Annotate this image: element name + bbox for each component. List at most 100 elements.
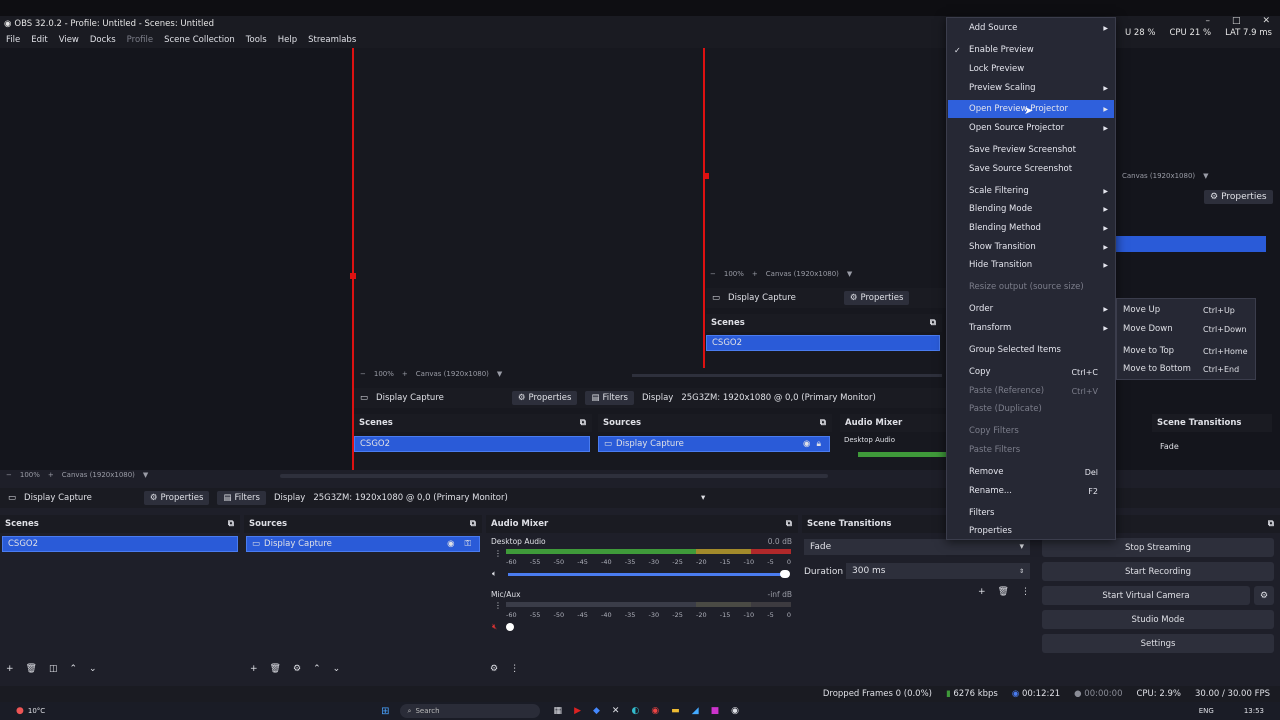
- chevron-down-icon[interactable]: ▼: [143, 471, 148, 479]
- shield-icon[interactable]: ◆: [593, 706, 600, 716]
- menu-group-selected[interactable]: Group Selected Items: [948, 341, 1114, 359]
- minimize-icon[interactable]: –: [1205, 16, 1210, 26]
- menu-add-source[interactable]: Add Source ▶: [948, 19, 1114, 37]
- source-item[interactable]: ▭ Display Capture ◉ ⚿: [246, 536, 480, 552]
- menu-preview-scaling[interactable]: Preview Scaling ▶: [948, 79, 1114, 97]
- duration-spinbox[interactable]: 300 ms ⇕: [846, 563, 1030, 579]
- start-recording-button[interactable]: Start Recording: [1042, 562, 1274, 581]
- menu-tools[interactable]: Tools: [246, 35, 267, 45]
- transform-handle[interactable]: [703, 173, 709, 179]
- x-app-icon[interactable]: ✕: [612, 706, 620, 716]
- menu-rename[interactable]: Rename... F2: [948, 482, 1114, 500]
- nested-filters-button[interactable]: ▤ Filters: [585, 391, 634, 405]
- menu-blending-method[interactable]: Blending Method ▶: [948, 219, 1114, 237]
- menu-transform[interactable]: Transform ▶: [948, 319, 1114, 337]
- editor-icon[interactable]: ■: [711, 706, 720, 716]
- menu-copy[interactable]: Copy Ctrl+C: [948, 363, 1114, 381]
- menu-enable-preview[interactable]: ✓ Enable Preview: [948, 41, 1114, 59]
- stop-streaming-button[interactable]: Stop Streaming: [1042, 538, 1274, 557]
- chrome-icon[interactable]: ◉: [651, 706, 659, 716]
- menu-save-preview-screenshot[interactable]: Save Preview Screenshot: [948, 141, 1114, 159]
- dock-float-icon[interactable]: ⧉: [470, 519, 476, 529]
- menu-open-source-projector[interactable]: Open Source Projector ▶: [948, 119, 1114, 137]
- display-select[interactable]: 25G3ZM: 1920x1080 @ 0,0 (Primary Monitor…: [313, 493, 705, 503]
- nested-scene-item-2[interactable]: CSGO2: [354, 436, 590, 452]
- start-icon[interactable]: ⊞: [381, 706, 389, 717]
- menu-show-transition[interactable]: Show Transition ▶: [948, 238, 1114, 256]
- muted-speaker-icon[interactable]: 🔇︎: [492, 622, 497, 632]
- media-icon[interactable]: ▶: [574, 706, 581, 716]
- mic-slider-handle[interactable]: [506, 623, 514, 631]
- obs-taskbar-icon[interactable]: ◉: [731, 706, 739, 716]
- remove-source-icon[interactable]: 🗑︎: [270, 664, 281, 674]
- studio-mode-button[interactable]: Studio Mode: [1042, 610, 1274, 629]
- kebab-menu-icon[interactable]: ⋮: [494, 549, 502, 558]
- menu-file[interactable]: File: [6, 35, 20, 45]
- kebab-menu-icon[interactable]: ⋮: [510, 664, 519, 674]
- source-settings-icon[interactable]: ⚙: [293, 664, 301, 674]
- advanced-audio-icon[interactable]: ⚙: [490, 664, 498, 674]
- menu-edit[interactable]: Edit: [31, 35, 47, 45]
- close-icon[interactable]: ✕: [1262, 16, 1270, 26]
- menu-view[interactable]: View: [59, 35, 79, 45]
- scene-filters-icon[interactable]: ◫: [49, 664, 58, 674]
- telegram-icon[interactable]: ◢: [692, 706, 699, 716]
- transform-handle[interactable]: [350, 273, 356, 279]
- transition-select[interactable]: Fade ▾: [804, 539, 1030, 555]
- bg-properties-button[interactable]: ⚙ Properties: [1204, 190, 1273, 204]
- visibility-eye-icon[interactable]: ◉: [447, 539, 454, 549]
- kebab-menu-icon[interactable]: ⋮: [1021, 587, 1030, 597]
- menu-scene-collection[interactable]: Scene Collection: [164, 35, 235, 45]
- menu-properties[interactable]: Properties: [948, 522, 1114, 540]
- virtual-camera-settings-button[interactable]: ⚙: [1254, 586, 1274, 605]
- nested-source-item[interactable]: ▭ Display Capture ◉ 🔒︎: [598, 436, 830, 452]
- add-scene-icon[interactable]: +: [6, 664, 14, 674]
- submenu-move-to-top[interactable]: Move to Top Ctrl+Home: [1123, 342, 1253, 360]
- nested-properties-button[interactable]: ⚙ Properties: [843, 291, 910, 305]
- move-down-icon[interactable]: ⌄: [89, 664, 97, 674]
- submenu-move-down[interactable]: Move Down Ctrl+Down: [1123, 320, 1253, 338]
- preview-scrollbar[interactable]: [280, 474, 828, 478]
- files-icon[interactable]: ▦: [554, 706, 563, 716]
- move-up-icon[interactable]: ⌃: [70, 664, 78, 674]
- remove-scene-icon[interactable]: 🗑︎: [26, 664, 37, 674]
- submenu-move-up[interactable]: Move Up Ctrl+Up: [1123, 301, 1253, 319]
- zoom-out-icon[interactable]: −: [6, 471, 12, 479]
- nested-scene-item[interactable]: CSGO2: [706, 335, 940, 351]
- menu-filters[interactable]: Filters: [948, 504, 1114, 522]
- edge-icon[interactable]: ◐: [631, 706, 639, 716]
- zoom-in-icon[interactable]: +: [48, 471, 54, 479]
- remove-transition-icon[interactable]: 🗑︎: [998, 587, 1009, 597]
- taskbar-app-icons[interactable]: ▦ ▶ ◆ ✕ ◐ ◉ ▬ ◢ ■ ◉: [554, 706, 739, 716]
- menu-lock-preview[interactable]: Lock Preview: [948, 60, 1114, 78]
- speaker-icon[interactable]: 🔈︎: [492, 569, 497, 579]
- taskbar-search[interactable]: ⌕ Search: [399, 704, 540, 718]
- volume-slider[interactable]: [508, 573, 788, 576]
- dock-float-icon[interactable]: ⧉: [1268, 519, 1274, 529]
- settings-button[interactable]: Settings: [1042, 634, 1274, 653]
- menu-hide-transition[interactable]: Hide Transition ▶: [948, 256, 1114, 274]
- menu-profile[interactable]: Profile: [127, 35, 153, 45]
- submenu-move-to-bottom[interactable]: Move to Bottom Ctrl+End: [1123, 360, 1253, 378]
- add-transition-icon[interactable]: +: [978, 587, 986, 597]
- start-virtual-camera-button[interactable]: Start Virtual Camera: [1042, 586, 1250, 605]
- menu-help[interactable]: Help: [278, 35, 297, 45]
- move-up-icon[interactable]: ⌃: [313, 664, 321, 674]
- volume-slider-handle[interactable]: [780, 570, 790, 578]
- menu-blending-mode[interactable]: Blending Mode ▶: [948, 200, 1114, 218]
- folder-icon[interactable]: ▬: [671, 706, 680, 716]
- nested-properties-button-2[interactable]: ⚙ Properties: [511, 391, 578, 405]
- filters-button[interactable]: ▤ Filters: [217, 491, 266, 505]
- menu-docks[interactable]: Docks: [90, 35, 116, 45]
- move-down-icon[interactable]: ⌄: [333, 664, 341, 674]
- dock-float-icon[interactable]: ⧉: [786, 519, 792, 529]
- properties-button[interactable]: ⚙ Properties: [143, 491, 210, 505]
- menu-remove[interactable]: Remove Del: [948, 463, 1114, 481]
- nested-scrollbar[interactable]: [632, 374, 942, 377]
- menu-save-source-screenshot[interactable]: Save Source Screenshot: [948, 160, 1114, 178]
- menu-streamlabs[interactable]: Streamlabs: [308, 35, 356, 45]
- kebab-menu-icon[interactable]: ⋮: [494, 601, 502, 610]
- maximize-icon[interactable]: □: [1232, 16, 1241, 26]
- add-source-icon[interactable]: +: [250, 664, 258, 674]
- scene-item[interactable]: CSGO2: [2, 536, 238, 552]
